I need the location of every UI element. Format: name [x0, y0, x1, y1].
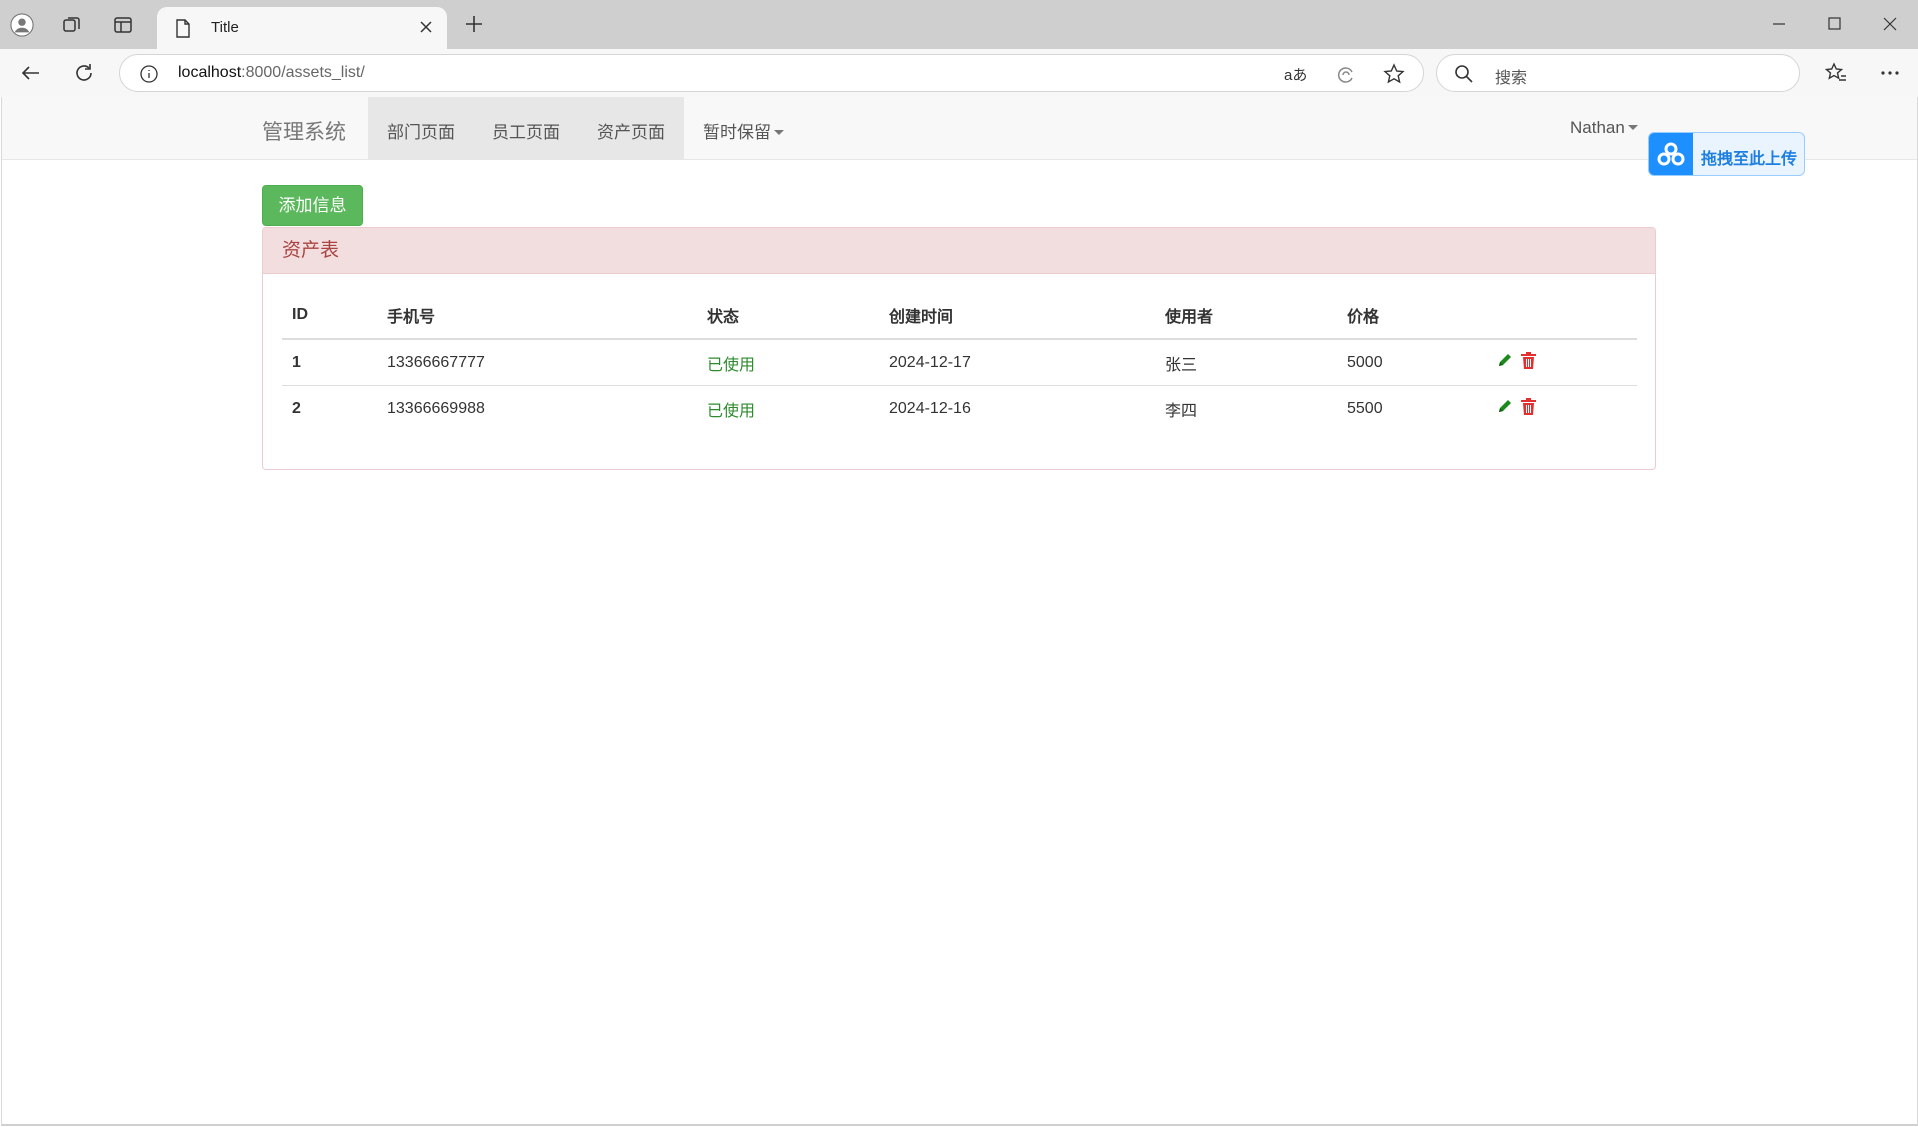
- browser-toolbar: localhost:8000/assets_list/ aあ 搜索: [0, 49, 1918, 97]
- table-row: 2 13366669988 已使用 2024-12-16 李四 5500: [282, 385, 1637, 431]
- cell-user: 张三: [1155, 338, 1337, 386]
- cell-phone: 13366669988: [377, 385, 697, 431]
- cell-created: 2024-12-17: [879, 338, 1155, 386]
- profile-icon[interactable]: [10, 13, 34, 37]
- col-header-status: 状态: [697, 292, 879, 340]
- favorite-star-icon[interactable]: [1383, 63, 1405, 90]
- top-navbar: 管理系统 部门页面 员工页面 资产页面 暂时保留 Nathan: [2, 97, 1917, 160]
- nav-link-assets[interactable]: 资产页面: [597, 118, 665, 143]
- browser-tabstrip: Title: [0, 0, 1918, 49]
- upload-label: 拖拽至此上传: [1701, 151, 1798, 168]
- panel-body: ID 手机号 状态 创建时间 使用者 价格 1 13366667777 已使用: [263, 292, 1655, 431]
- search-box[interactable]: 搜索: [1436, 54, 1800, 92]
- col-header-price: 价格: [1337, 292, 1486, 340]
- nav-dropdown-reserved[interactable]: 暂时保留: [703, 118, 784, 143]
- cell-status: 已使用: [697, 338, 879, 386]
- browser-essentials-icon[interactable]: [1335, 64, 1357, 91]
- col-header-created: 创建时间: [879, 292, 1155, 340]
- minimize-icon[interactable]: [1771, 14, 1787, 39]
- user-name: Nathan: [1570, 118, 1625, 137]
- edit-pencil-icon[interactable]: [1496, 351, 1514, 374]
- add-info-button[interactable]: 添加信息: [262, 185, 363, 226]
- search-placeholder: 搜索: [1495, 70, 1528, 87]
- nav-dropdown-label: 暂时保留: [703, 123, 771, 142]
- table-header-row: ID 手机号 状态 创建时间 使用者 价格: [282, 292, 1637, 340]
- cell-price: 5000: [1337, 338, 1486, 386]
- close-window-icon[interactable]: [1882, 14, 1898, 39]
- cell-price: 5500: [1337, 385, 1486, 431]
- edit-pencil-icon[interactable]: [1496, 397, 1514, 420]
- cell-user: 李四: [1155, 385, 1337, 431]
- new-tab-icon[interactable]: [464, 14, 484, 39]
- navbar-brand[interactable]: 管理系统: [262, 116, 346, 146]
- tab-close-icon[interactable]: [419, 20, 433, 39]
- nav-link-departments[interactable]: 部门页面: [387, 118, 455, 143]
- col-header-phone: 手机号: [377, 292, 697, 340]
- assets-table: ID 手机号 状态 创建时间 使用者 价格 1 13366667777 已使用: [282, 292, 1637, 431]
- col-header-user: 使用者: [1155, 292, 1337, 340]
- user-dropdown[interactable]: Nathan: [1570, 118, 1638, 138]
- nav-link-employees[interactable]: 员工页面: [492, 118, 560, 143]
- cell-phone: 13366667777: [377, 338, 697, 386]
- browser-tab[interactable]: Title: [157, 7, 447, 49]
- refresh-icon[interactable]: [72, 61, 96, 90]
- col-header-actions: [1486, 292, 1637, 340]
- cell-actions: [1486, 338, 1637, 386]
- vertical-tabs-icon[interactable]: [111, 13, 135, 37]
- page-viewport: 管理系统 部门页面 员工页面 资产页面 暂时保留 Nathan 拖拽至此上传 添…: [1, 97, 1918, 1126]
- upload-drop-widget[interactable]: 拖拽至此上传: [1648, 132, 1805, 176]
- cell-status: 已使用: [697, 385, 879, 431]
- url-text: localhost:8000/assets_list/: [178, 64, 365, 81]
- more-menu-icon[interactable]: [1878, 61, 1902, 90]
- address-bar[interactable]: localhost:8000/assets_list/ aあ: [119, 54, 1424, 92]
- assets-panel: 资产表 ID 手机号 状态 创建时间 使用者 价格 1 13366667777 …: [262, 227, 1656, 470]
- translate-icon[interactable]: aあ: [1284, 64, 1307, 85]
- caret-down-icon: [1627, 125, 1638, 130]
- search-icon: [1454, 64, 1474, 89]
- cell-id: 2: [282, 385, 377, 431]
- col-header-id: ID: [282, 292, 377, 340]
- page-icon: [175, 19, 191, 43]
- back-arrow-icon[interactable]: [19, 61, 43, 90]
- caret-down-icon: [774, 130, 784, 135]
- tab-title: Title: [211, 19, 239, 36]
- delete-trash-icon[interactable]: [1520, 351, 1537, 375]
- favorites-icon[interactable]: [1824, 61, 1848, 90]
- maximize-icon[interactable]: [1827, 14, 1843, 39]
- cell-created: 2024-12-16: [879, 385, 1155, 431]
- table-row: 1 13366667777 已使用 2024-12-17 张三 5000: [282, 338, 1637, 386]
- site-info-icon[interactable]: [139, 64, 159, 89]
- panel-title: 资产表: [263, 228, 1655, 274]
- cell-actions: [1486, 385, 1637, 431]
- cloud-icon: [1649, 133, 1693, 175]
- cell-id: 1: [282, 338, 377, 386]
- delete-trash-icon[interactable]: [1520, 397, 1537, 421]
- workspaces-icon[interactable]: [60, 13, 84, 37]
